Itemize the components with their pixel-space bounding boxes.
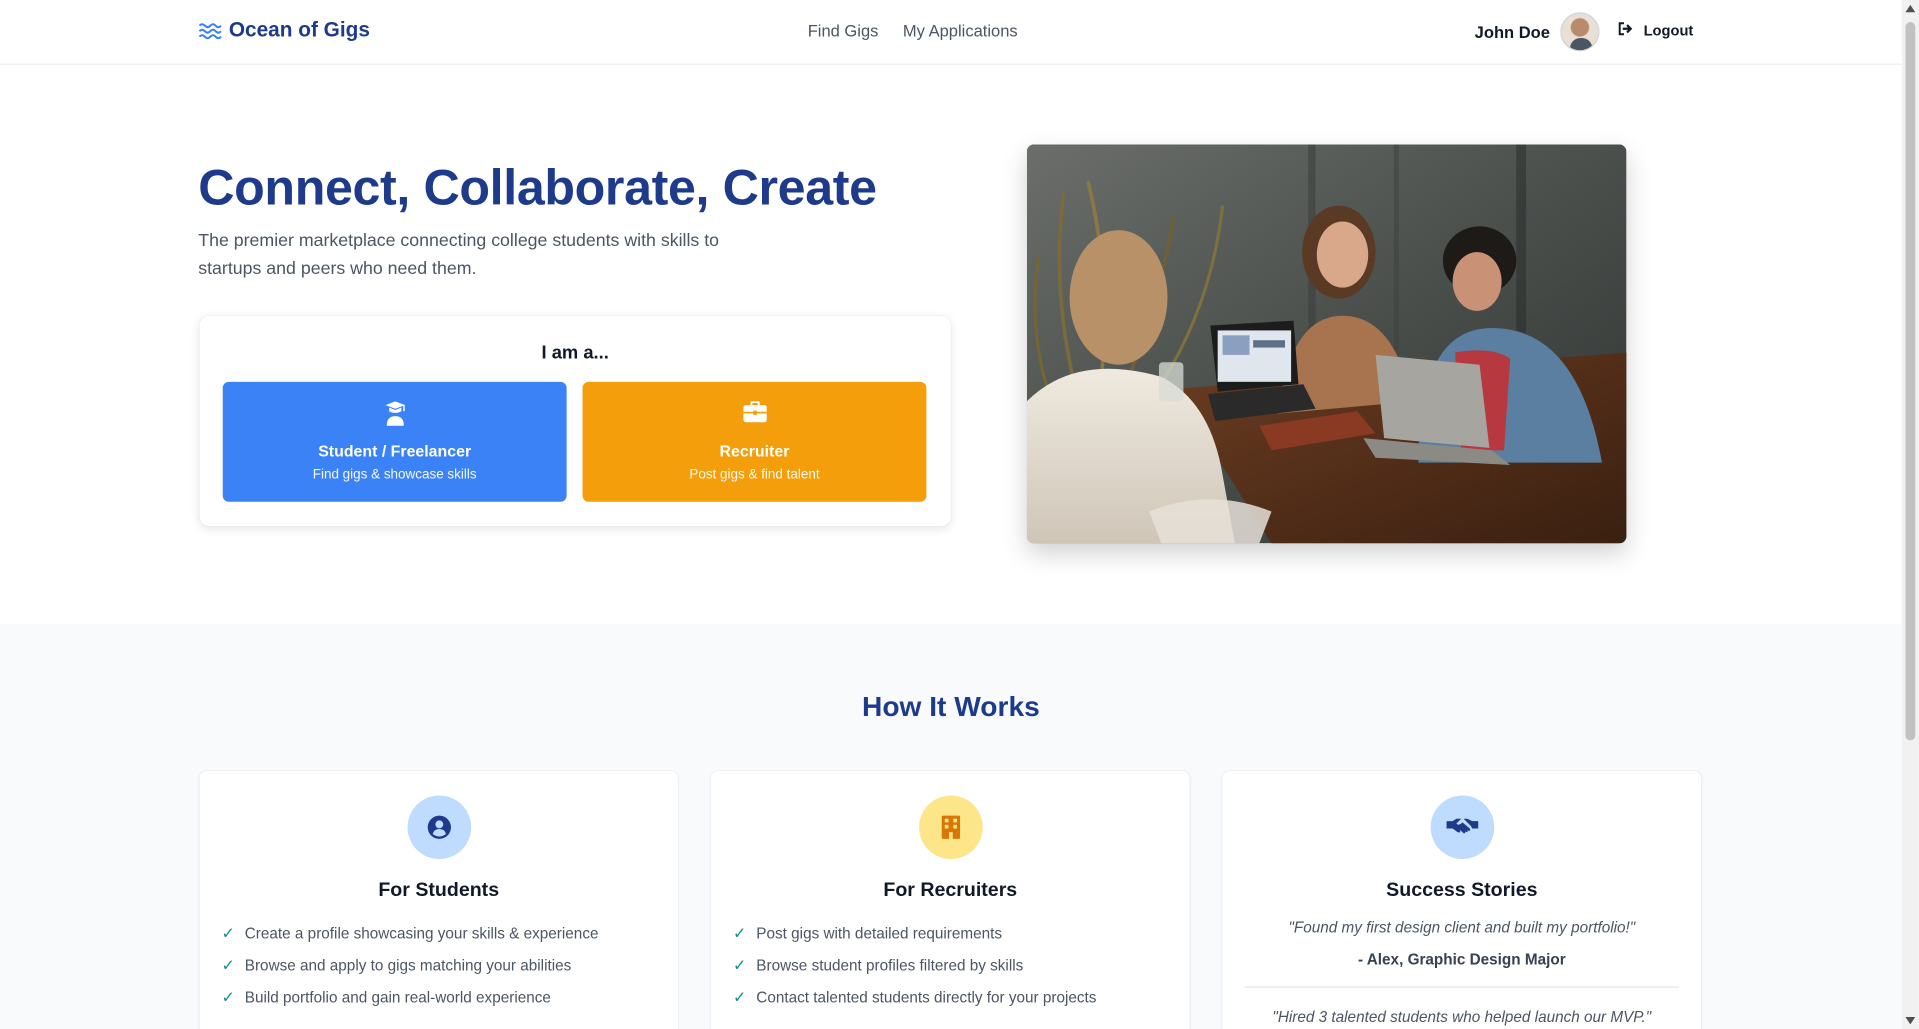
logout-icon [1618,22,1634,39]
how-it-works-section: How It Works For Students ✓ Create a prof… [0,624,1902,1029]
for-recruiters-list: ✓ Post gigs with detailed requirements ✓ B… [733,918,1096,1013]
list-item: ✓ Create a profile showcasing your skills… [221,923,599,943]
logout-label: Logout [1643,22,1694,40]
divider [1244,986,1680,988]
check-icon: ✓ [221,923,235,943]
check-icon: ✓ [733,987,747,1006]
logout-button[interactable]: Logout [1618,22,1693,39]
list-item: ✓ Post gigs with detailed requirements [733,923,1003,943]
check-icon: ✓ [733,923,747,943]
testimonial-author: - Alex, Graphic Design Major [1357,950,1566,969]
user-circle-icon [407,795,472,860]
building-icon [919,795,983,860]
check-icon: ✓ [221,955,235,975]
nav-links: Find Gigs My Applications [808,22,1018,40]
for-students-list: ✓ Create a profile showcasing your skills… [222,918,599,1013]
how-it-works-title: How It Works [861,690,1040,723]
handshake-icon [1430,795,1495,860]
for-recruiters-card: For Recruiters ✓ Post gigs with detailed … [711,770,1190,1029]
user-name: John Doe [1474,22,1550,41]
for-recruiters-title: For Recruiters [883,879,1018,901]
scrollbar-thumb[interactable] [1905,22,1916,741]
nav-link-find-gigs[interactable]: Find Gigs [808,22,879,40]
vertical-scrollbar[interactable] [1901,0,1919,1029]
check-icon: ✓ [221,987,235,1006]
check-icon: ✓ [733,955,747,975]
success-stories-title: Success Stories [1386,879,1538,901]
for-students-card: For Students ✓ Create a profile showcasin… [199,770,678,1029]
briefcase-icon [583,401,927,423]
for-students-title: For Students [378,879,500,901]
student-button-title: Student / Freelancer [318,441,472,461]
list-item: ✓ Browse student profiles filtered by ski… [733,955,1024,975]
brand-logo[interactable]: Ocean of Gigs [198,18,370,42]
hero-subtitle: The premier marketplace connecting colle… [198,231,720,280]
brand-name: Ocean of Gigs [228,18,370,42]
waves-icon [198,22,222,40]
nav-link-my-applications[interactable]: My Applications [903,22,1018,40]
scroll-down-arrow[interactable] [1905,1016,1916,1025]
role-prompt: I am a... [541,342,609,364]
list-item: ✓ Browse and apply to gigs matching your … [221,955,572,975]
recruiter-button-title: Recruiter [719,441,790,461]
testimonial-quote: "Hired 3 talented students who helped la… [1272,1008,1652,1026]
student-button-desc: Find gigs & showcase skills [312,467,477,483]
student-freelancer-button[interactable]: Student / Freelancer Find gigs & showcas… [222,381,567,502]
scroll-up-arrow[interactable] [1905,4,1916,13]
recruiter-button[interactable]: Recruiter Post gigs & find talent [582,381,927,502]
success-stories-card: Success Stories "Found my first design c… [1222,770,1702,1029]
navbar: Ocean of Gigs Find Gigs My Applications … [0,0,1902,65]
user-menu[interactable]: John Doe [1474,12,1599,52]
hero-title: Connect, Collaborate, Create [198,159,877,216]
role-selector-card: I am a... Student / Freelancer Find gigs… [199,315,951,527]
hero-photo [1026,144,1627,544]
recruiter-button-desc: Post gigs & find talent [689,467,820,483]
graduation-cap-icon [223,401,567,426]
list-item: ✓ Build portfolio and gain real-world exp… [221,987,551,1006]
avatar[interactable] [1559,12,1599,52]
testimonial-quote: "Found my first design client and built … [1288,919,1636,937]
list-item: ✓ Contact talented students directly for … [733,987,1097,1006]
